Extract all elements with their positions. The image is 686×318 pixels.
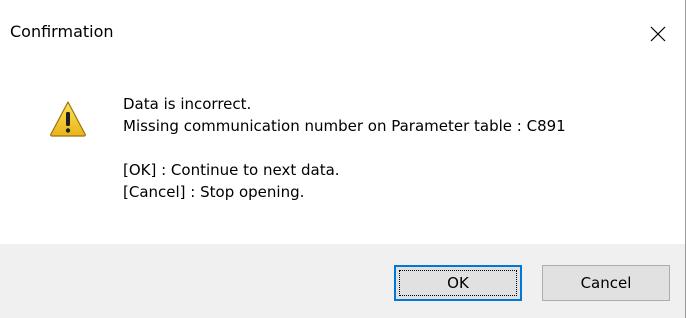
- focus-ring: [399, 270, 517, 296]
- close-icon: [650, 26, 666, 42]
- message-text: Data is incorrect. Missing communication…: [123, 93, 566, 203]
- message-line: Missing communication number on Paramete…: [123, 117, 566, 135]
- cancel-button-label: Cancel: [580, 274, 632, 292]
- ok-button[interactable]: OK: [394, 265, 522, 301]
- message-line: [OK] : Continue to next data.: [123, 161, 340, 179]
- dialog-content: Data is incorrect. Missing communication…: [0, 64, 685, 244]
- confirmation-dialog: Confirmation Data is incorrect. Missing …: [0, 0, 686, 318]
- window-title: Confirmation: [10, 22, 114, 41]
- title-bar[interactable]: Confirmation: [0, 0, 685, 64]
- button-bar: OK Cancel: [0, 244, 685, 318]
- close-button[interactable]: [633, 4, 685, 60]
- cancel-button[interactable]: Cancel: [542, 265, 670, 301]
- warning-icon: [50, 101, 86, 137]
- message-line: Data is incorrect.: [123, 95, 252, 113]
- message-line: [Cancel] : Stop opening.: [123, 183, 305, 201]
